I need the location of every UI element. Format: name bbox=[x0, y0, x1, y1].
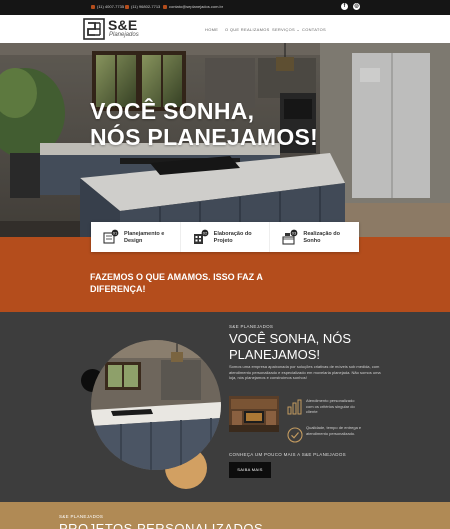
about-description: Somos uma empresa apaixonada por soluçõe… bbox=[229, 364, 381, 380]
feature-text-qualidade: Qualidade, tempo de entrega e atendiment… bbox=[306, 425, 362, 436]
kitchen-icon: 03 bbox=[282, 229, 298, 245]
feature-text-atendimento: Atendimento personalizado com os critéri… bbox=[306, 398, 355, 414]
about-livingroom-image bbox=[229, 396, 279, 432]
phone-1[interactable]: (11) 4007-7735 bbox=[91, 4, 124, 9]
logo-wordmark: S&E bbox=[108, 17, 138, 33]
feature-label-2: Elaboração do Projeto bbox=[213, 231, 252, 244]
blueprint-icon: 01 bbox=[103, 229, 119, 244]
feature-card-realizacao[interactable]: 03 Realização do Sonho bbox=[270, 222, 359, 252]
nav-o-que-realizamos[interactable]: O QUE REALIZAMOS bbox=[225, 27, 270, 32]
about-kitchen-image bbox=[91, 340, 221, 470]
nav-contatos[interactable]: CONTATOS bbox=[302, 27, 326, 32]
building-icon: 02 bbox=[193, 229, 209, 244]
feature-label-3: Realização do Sonho bbox=[303, 231, 341, 244]
saiba-mais-button[interactable]: SAIBA MAIS bbox=[229, 462, 271, 478]
about-kicker: S&E PLANEJADOS bbox=[229, 324, 274, 329]
logo-mark-icon bbox=[83, 18, 105, 40]
projects-kicker: S&E PLANEJADOS bbox=[59, 514, 104, 519]
instagram-icon[interactable]: ◎ bbox=[353, 3, 360, 10]
projects-title: PROJETOS PERSONALIZADOS bbox=[59, 521, 264, 529]
feature-label-1: Planejamento e Design bbox=[124, 231, 165, 244]
email-link[interactable]: contato@seplanejados.com.br bbox=[163, 4, 223, 9]
facebook-icon[interactable]: f bbox=[341, 3, 348, 10]
about-section bbox=[0, 312, 450, 502]
whatsapp-icon bbox=[125, 4, 129, 9]
hero-title-line-1: VOCÊ SONHA, bbox=[90, 98, 255, 124]
top-bar: (11) 4007-7735 (11) 96802-7713 contato@s… bbox=[0, 0, 450, 15]
check-circle-icon bbox=[287, 427, 303, 443]
nav-home[interactable]: HOME bbox=[205, 27, 218, 32]
svg-text:03: 03 bbox=[292, 231, 297, 236]
nav-servicos[interactable]: SERVIÇOS ⌄ bbox=[272, 27, 300, 32]
phone-icon bbox=[91, 4, 95, 9]
hero-title-line-2: NÓS PLANEJAMOS! bbox=[90, 124, 319, 150]
feature-cards: 01 Planejamento e Design 02 Elaboração d… bbox=[91, 222, 359, 252]
about-title: VOCÊ SONHA, NÓS PLANEJAMOS! bbox=[229, 331, 352, 362]
logo-subtitle: Planejados bbox=[109, 32, 139, 38]
hero-banner: VOCÊ SONHA, NÓS PLANEJAMOS! bbox=[0, 43, 450, 237]
livingroom-photo bbox=[229, 396, 279, 432]
email-icon bbox=[163, 4, 167, 9]
tagline-text: FAZEMOS O QUE AMAMOS. ISSO FAZ A DIFEREN… bbox=[90, 272, 263, 294]
hero-title: VOCÊ SONHA, NÓS PLANEJAMOS! bbox=[90, 98, 318, 150]
kitchen-circle-photo bbox=[91, 340, 221, 470]
feature-card-elaboracao[interactable]: 02 Elaboração do Projeto bbox=[181, 222, 271, 252]
feature-card-planejamento[interactable]: 01 Planejamento e Design bbox=[91, 222, 181, 252]
phone-2[interactable]: (11) 96802-7713 bbox=[125, 4, 160, 9]
site-logo[interactable]: S&E Planejados bbox=[83, 17, 145, 42]
svg-text:02: 02 bbox=[202, 231, 207, 236]
site-header: S&E Planejados HOME O QUE REALIZAMOS SER… bbox=[0, 15, 450, 43]
chart-icon bbox=[287, 399, 302, 415]
about-cta-text: CONHEÇA UM POUCO MAIS A S&E PLANEJADOS bbox=[229, 452, 346, 457]
svg-text:01: 01 bbox=[113, 231, 118, 236]
